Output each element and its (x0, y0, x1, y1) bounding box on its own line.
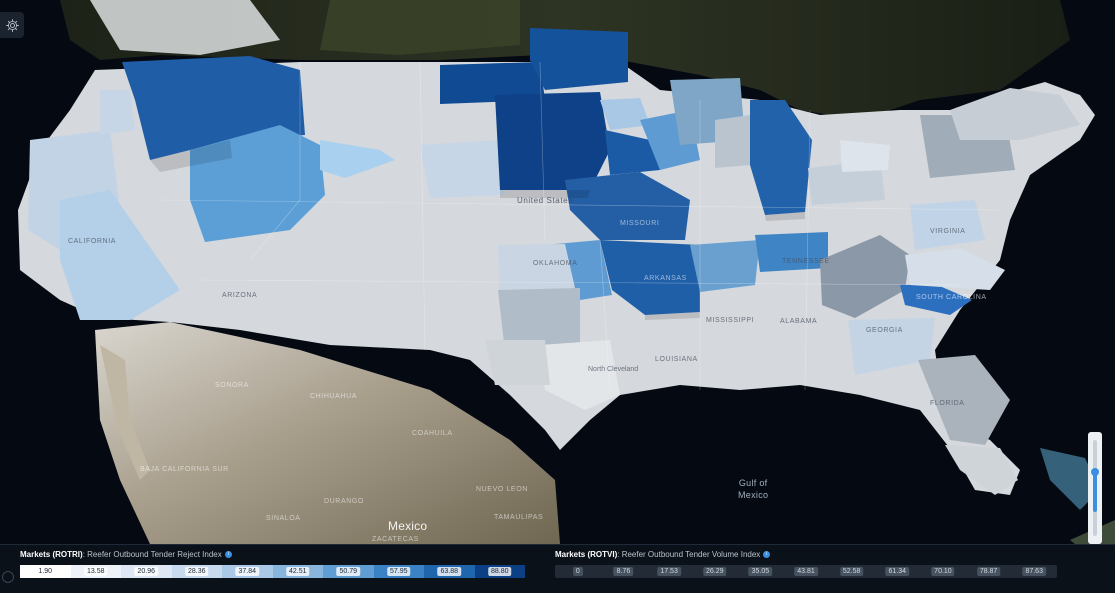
rotri-swatch-label: 42.51 (285, 567, 310, 576)
rotri-swatch: 63.88 (424, 565, 475, 578)
map-label-zacatecas: ZACATECAS (372, 536, 419, 543)
map-label-alabama: ALABAMA (780, 318, 818, 325)
rotvi-swatch-label: 52.58 (839, 567, 864, 576)
legend-rotri-code: Markets (ROTRI) (20, 550, 83, 559)
info-icon[interactable]: i (224, 551, 232, 559)
rotvi-swatch-label: 43.81 (794, 567, 818, 576)
rotri-swatch: 1.90 (20, 565, 71, 578)
rotri-swatch-label: 28.36 (184, 567, 209, 576)
rotvi-swatch-label: 8.76 (613, 567, 634, 576)
rotri-swatch-label: 20.96 (134, 567, 159, 576)
map-label-south-carolina: SOUTH CAROLINA (916, 294, 987, 301)
map-label-sonora: SONORA (215, 382, 249, 389)
rotri-swatch-label: 88.80 (487, 567, 512, 576)
zoom-handle[interactable] (1091, 468, 1099, 476)
legend-rotvi: Markets (ROTVI): Reefer Outbound Tender … (555, 549, 1057, 561)
legend-rotri-description: Reefer Outbound Tender Reject Index (87, 550, 222, 559)
rotvi-swatch-label: 17.53 (657, 567, 681, 576)
map-label-nuevo-leon: NUEVO LEON (476, 486, 528, 493)
map-label-baja-california-sur: BAJA CALIFORNIA SUR (140, 466, 229, 473)
rotvi-swatch-label: 26.29 (702, 567, 727, 576)
map-label-tennessee: TENNESSEE (782, 258, 830, 265)
rotvi-swatch: 43.81 (783, 565, 829, 578)
map-label-united-states: United States (517, 196, 573, 205)
rotvi-swatch: 0 (555, 565, 601, 578)
rotri-swatch: 20.96 (121, 565, 172, 578)
map-label-mississippi: MISSISSIPPI (706, 317, 755, 324)
rotvi-swatch-label: 70.10 (931, 567, 955, 576)
corner-control-icon (2, 571, 14, 583)
rotri-swatch-label: 13.58 (83, 567, 108, 576)
rotvi-swatch-label: 87.63 (1022, 567, 1046, 576)
legend-panel: Markets (ROTRI): Reefer Outbound Tender … (0, 544, 1115, 593)
legend-rotvi-description: Reefer Outbound Tender Volume Index (621, 550, 761, 559)
rotvi-swatch-label: 78.87 (976, 567, 1001, 576)
legend-rotri-title: Markets (ROTRI): Reefer Outbound Tender … (20, 549, 525, 561)
rotri-swatch-label: 1.90 (35, 567, 56, 576)
info-icon[interactable]: i (763, 551, 771, 559)
map-label-chihuahua: CHIHUAHUA (310, 393, 358, 400)
rotvi-swatch: 26.29 (692, 565, 738, 578)
rotvi-swatch: 52.58 (829, 565, 875, 578)
legend-rotvi-title: Markets (ROTVI): Reefer Outbound Tender … (555, 549, 1057, 561)
rotri-swatch: 88.80 (474, 565, 525, 578)
zoom-fill (1093, 474, 1097, 512)
rotvi-swatch: 87.63 (1011, 565, 1057, 578)
map-label-oklahoma: OKLAHOMA (533, 260, 578, 267)
rotvi-swatch-label: 0 (572, 567, 583, 576)
rotvi-swatch: 8.76 (601, 565, 647, 578)
map-label-missouri: MISSOURI (620, 220, 660, 227)
rotri-swatch: 42.51 (272, 565, 323, 578)
rotvi-swatch: 70.10 (920, 565, 966, 578)
map-label-florida: FLORIDA (930, 400, 965, 407)
settings-button[interactable] (0, 12, 24, 38)
rotri-swatch: 28.36 (171, 565, 222, 578)
map-label-georgia: GEORGIA (866, 327, 903, 334)
rotvi-swatch: 17.53 (646, 565, 692, 578)
map-label-arizona: ARIZONA (222, 292, 258, 299)
rotri-swatch: 57.95 (373, 565, 424, 578)
rotri-swatch: 50.79 (323, 565, 374, 578)
map-label-north-cleveland: North Cleveland (588, 366, 639, 373)
map-label-gulf-of-mexico: Gulf of Mexico (738, 478, 769, 500)
legend-rotri: Markets (ROTRI): Reefer Outbound Tender … (20, 549, 525, 561)
rotvi-swatch-label: 61.34 (885, 567, 910, 576)
rotri-swatch: 37.84 (222, 565, 273, 578)
rotvi-swatch: 35.05 (738, 565, 784, 578)
map-label-california: CALIFORNIA (68, 238, 117, 245)
legend-rotri-color-scale: 1.90 13.58 20.96 28.36 37.84 42.51 50.79 57.95 6… (20, 565, 525, 578)
rotvi-swatch: 78.87 (966, 565, 1012, 578)
rotri-swatch: 13.58 (70, 565, 121, 578)
map-label-coahuila: COAHUILA (412, 430, 453, 437)
map-label-tamaulipas: TAMAULIPAS (494, 514, 544, 521)
zoom-slider[interactable] (1088, 432, 1102, 544)
map-label-sinaloa: SINALOA (266, 515, 301, 522)
rotri-swatch-label: 50.79 (336, 567, 361, 576)
rotri-swatch-label: 63.88 (437, 567, 462, 576)
map-label-virginia: VIRGINIA (930, 228, 966, 235)
rotvi-swatch: 61.34 (874, 565, 920, 578)
map-label-mexico: Mexico (388, 519, 428, 533)
legend-rotvi-code: Markets (ROTVI) (555, 550, 618, 559)
rotri-swatch-label: 37.84 (235, 567, 260, 576)
legend-rotvi-scale: 0 8.76 17.53 26.29 35.05 43.81 52.58 61.34 70.10… (555, 565, 1057, 578)
map-canvas[interactable] (0, 0, 1115, 544)
map-label-arkansas: ARKANSAS (644, 275, 687, 282)
rotri-swatch-label: 57.95 (386, 567, 411, 576)
map-label-louisiana: LOUISIANA (655, 356, 698, 363)
rotvi-swatch-label: 35.05 (748, 567, 773, 576)
gear-icon (5, 18, 19, 32)
map-label-durango: DURANGO (324, 498, 364, 505)
